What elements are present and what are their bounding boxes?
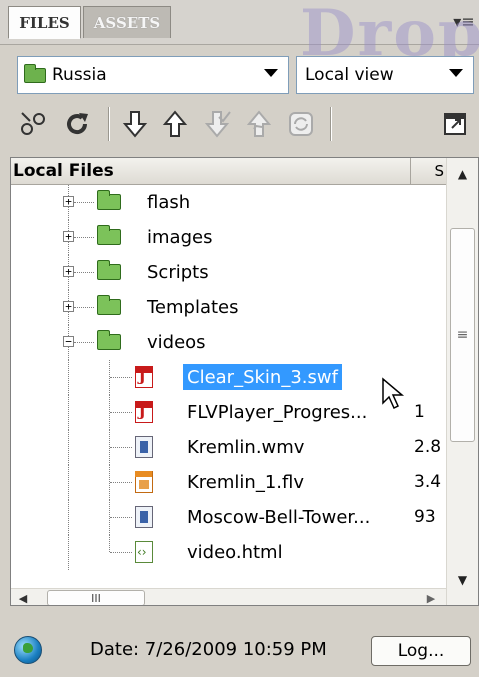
view-select-value: Local view: [305, 65, 394, 85]
file-size: [414, 539, 448, 565]
folder-name: Scripts: [147, 261, 209, 283]
html-file-icon: [135, 541, 153, 563]
files-toolbar: [10, 101, 479, 149]
synchronize-icon[interactable]: [284, 105, 318, 143]
folder-row[interactable]: + flash: [11, 185, 448, 220]
file-name: Moscow-Bell-Tower...: [187, 506, 371, 528]
chevron-down-icon: [449, 69, 463, 77]
vertical-scroll-thumb[interactable]: ≡: [450, 228, 475, 442]
column-local-files[interactable]: Local Files: [11, 158, 411, 184]
toolbar-divider: [108, 107, 110, 141]
status-date: Date: 7/26/2009 10:59 PM: [90, 638, 327, 660]
put-icon[interactable]: [158, 105, 192, 143]
get-icon[interactable]: [118, 105, 152, 143]
wmv-file-icon: [135, 506, 153, 528]
folder-icon: [97, 330, 121, 350]
vertical-scrollbar[interactable]: ▲ ≡ ▼: [446, 158, 478, 605]
column-size[interactable]: S: [412, 158, 448, 184]
tree-line: [110, 517, 132, 518]
folder-row[interactable]: + images: [11, 220, 448, 255]
file-name: video.html: [187, 541, 283, 563]
globe-icon: [14, 636, 42, 664]
folder-name: videos: [147, 331, 206, 353]
tree-line: [74, 237, 94, 238]
refresh-icon[interactable]: [60, 105, 94, 143]
folder-row[interactable]: + Templates: [11, 290, 448, 325]
expand-icon[interactable]: [438, 105, 472, 143]
folder-name: Templates: [147, 296, 239, 318]
check-out-icon[interactable]: [200, 105, 234, 143]
file-row[interactable]: video.html: [11, 535, 448, 570]
file-row[interactable]: Moscow-Bell-Tower... 93: [11, 500, 448, 535]
collapse-icon[interactable]: −: [63, 336, 74, 347]
file-size: [414, 364, 448, 390]
swf-file-icon: [135, 366, 153, 388]
expand-icon[interactable]: +: [63, 266, 74, 277]
flv-file-icon: [135, 471, 153, 493]
folder-name: images: [147, 226, 213, 248]
file-row[interactable]: Kremlin.wmv 2.8: [11, 430, 448, 465]
file-size: 3.4: [414, 472, 442, 492]
file-name: Clear_Skin_3.swf: [183, 364, 342, 390]
tree-line: [68, 465, 69, 500]
tree-line: [110, 447, 132, 448]
column-header: Local Files S: [11, 158, 448, 185]
site-select-value: Russia: [52, 65, 107, 85]
folder-row[interactable]: − videos: [11, 325, 448, 360]
tab-files[interactable]: FILES: [8, 6, 81, 39]
tree-line: [74, 342, 94, 343]
scroll-right-icon[interactable]: ▶: [421, 589, 441, 605]
expand-icon[interactable]: +: [63, 301, 74, 312]
toolbar-divider: [330, 107, 332, 141]
site-select[interactable]: Russia: [17, 56, 289, 94]
tab-assets[interactable]: ASSETS: [83, 6, 171, 38]
folder-row[interactable]: + Scripts: [11, 255, 448, 290]
chevron-down-icon: [264, 69, 278, 77]
tree-line: [110, 482, 132, 483]
status-bar: Date: 7/26/2009 10:59 PM Log...: [0, 614, 479, 677]
folder-icon: [97, 295, 121, 315]
folder-icon: [24, 63, 46, 83]
swf-file-icon: [135, 401, 153, 423]
file-size: 1: [414, 402, 425, 422]
folder-name: flash: [147, 191, 191, 213]
scroll-up-icon[interactable]: ▲: [447, 158, 478, 190]
file-name: Kremlin_1.flv: [187, 471, 304, 493]
file-size: 2.8: [414, 437, 442, 457]
horizontal-scroll-thumb[interactable]: III: [47, 590, 145, 605]
tree-line: [109, 535, 110, 552]
mouse-cursor-icon: [381, 377, 411, 415]
expand-icon[interactable]: +: [63, 231, 74, 242]
tree-line: [68, 500, 69, 535]
expand-icon[interactable]: +: [63, 196, 74, 207]
folder-icon: [97, 225, 121, 245]
file-size: 93: [414, 507, 436, 527]
tree-line: [68, 395, 69, 430]
tree-line: [74, 307, 94, 308]
wmv-file-icon: [135, 436, 153, 458]
connect-icon[interactable]: [16, 105, 50, 143]
check-in-icon[interactable]: [242, 105, 276, 143]
file-row[interactable]: Kremlin_1.flv 3.4: [11, 465, 448, 500]
log-button[interactable]: Log...: [371, 636, 471, 666]
tree-line: [68, 430, 69, 465]
horizontal-scrollbar[interactable]: ◀ III ▶: [11, 588, 448, 605]
view-select[interactable]: Local view: [296, 56, 474, 94]
file-name: Kremlin.wmv: [187, 436, 305, 458]
scroll-left-icon[interactable]: ◀: [13, 589, 33, 605]
tree-line: [110, 552, 132, 553]
folder-icon: [97, 260, 121, 280]
tree-line: [74, 272, 94, 273]
tree-line: [110, 377, 132, 378]
file-name: FLVPlayer_Progres...: [187, 401, 368, 423]
folder-icon: [97, 190, 121, 210]
tree-line: [68, 535, 69, 570]
tree-line: [110, 412, 132, 413]
tree-line: [68, 360, 69, 395]
scroll-down-icon[interactable]: ▼: [447, 564, 478, 596]
tree-line: [74, 202, 94, 203]
